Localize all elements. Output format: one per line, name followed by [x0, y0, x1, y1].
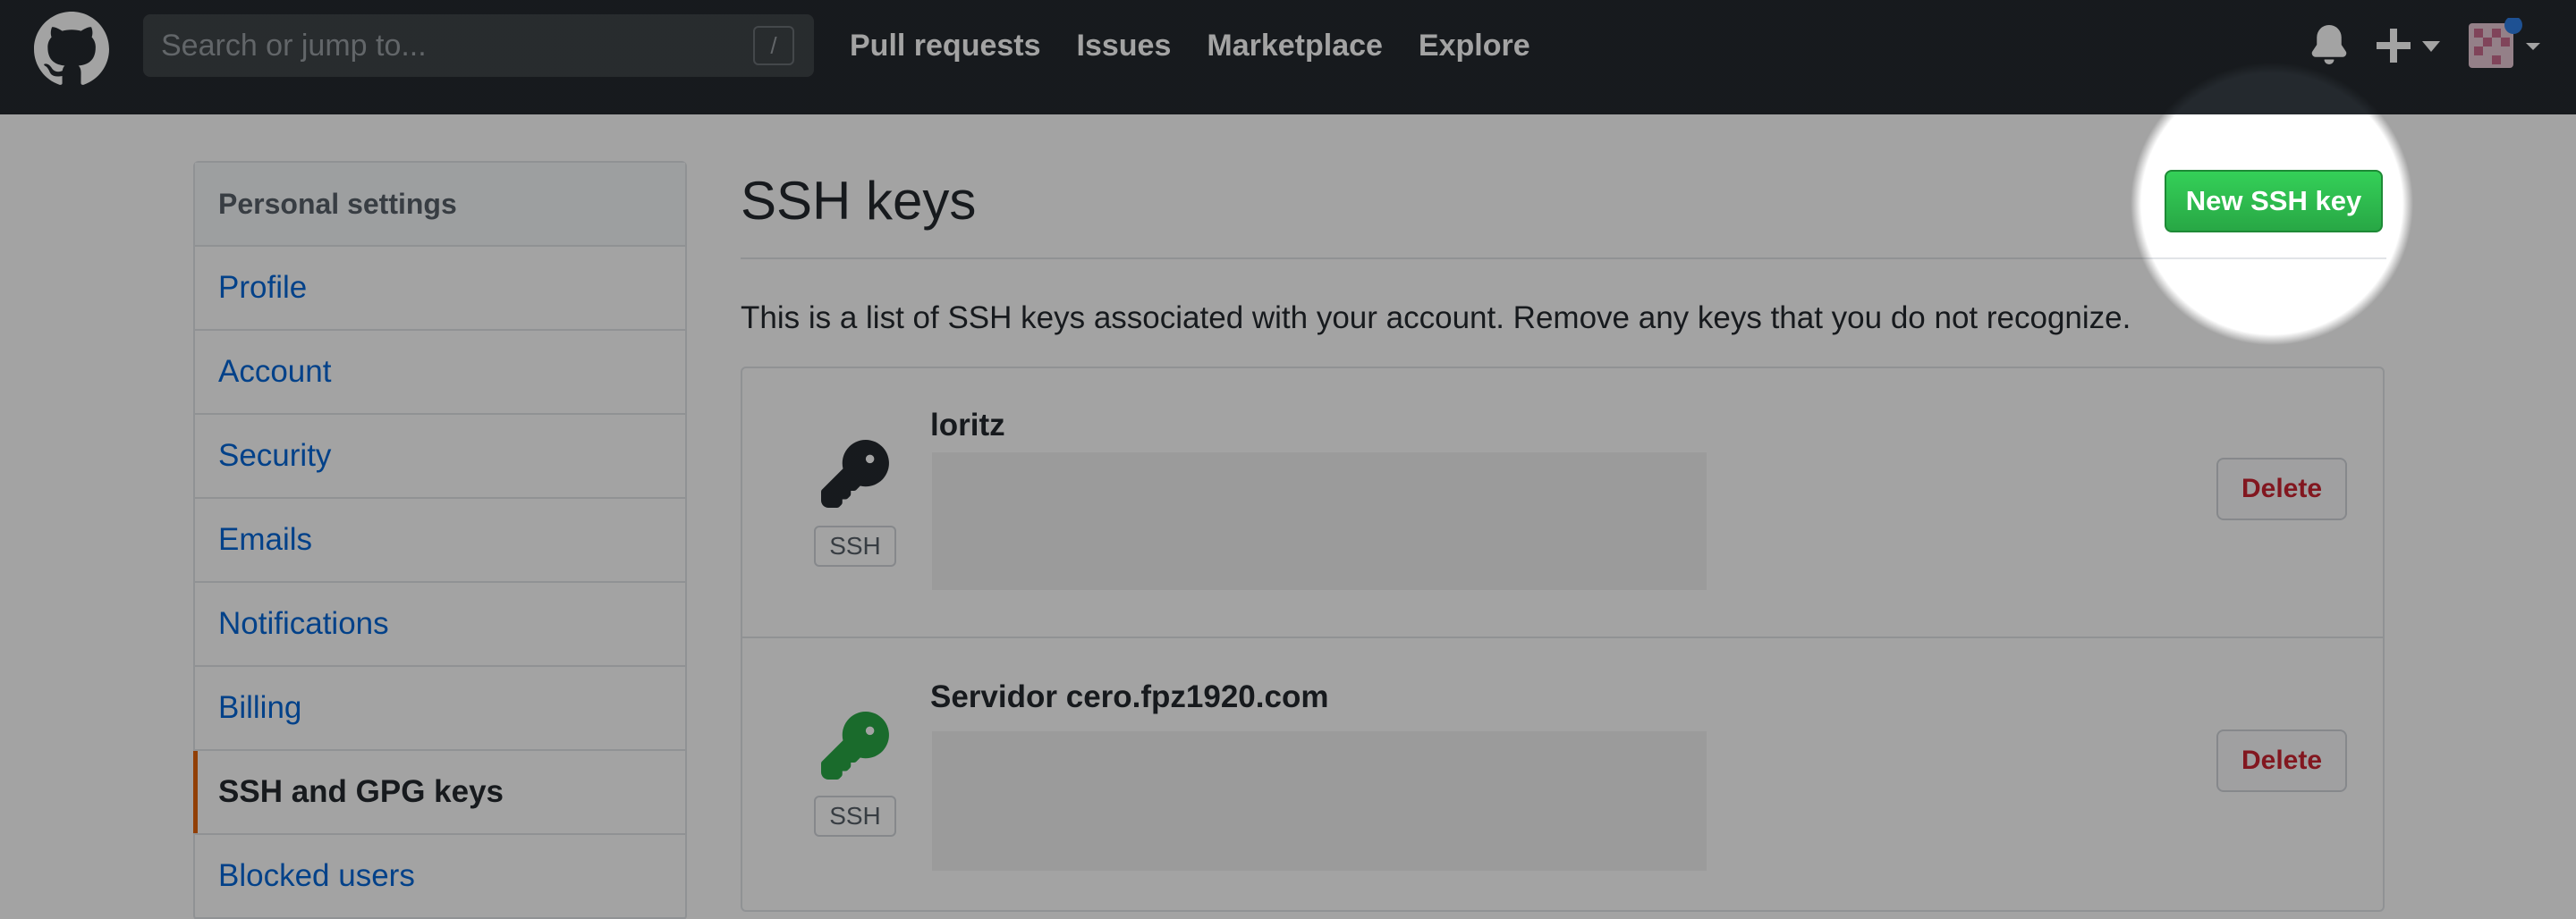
avatar [2469, 16, 2540, 68]
delete-key-button[interactable]: Delete [2216, 458, 2347, 520]
nav-issues[interactable]: Issues [1077, 23, 1172, 68]
delete-key-button[interactable]: Delete [2216, 729, 2347, 792]
github-logo-icon[interactable] [34, 12, 109, 87]
ssh-keys-list: SSH loritz Delete SSH Servidor cero.fpz1… [741, 367, 2385, 912]
page-description: This is a list of SSH keys associated wi… [741, 300, 2131, 335]
ssh-badge: SSH [814, 526, 896, 567]
create-new-dropdown-icon[interactable] [2376, 27, 2444, 64]
ssh-key-row: SSH loritz Delete [742, 368, 2383, 638]
nav-pull-requests[interactable]: Pull requests [850, 23, 1041, 68]
page-title: SSH keys [741, 171, 977, 231]
ssh-key-row: SSH Servidor cero.fpz1920.com Delete [742, 638, 2383, 912]
sidebar-item-notifications[interactable]: Notifications [195, 583, 685, 667]
key-title: loritz [930, 408, 1005, 443]
user-menu[interactable] [2469, 16, 2544, 72]
notifications-bell-icon[interactable] [2309, 25, 2349, 64]
ssh-badge: SSH [814, 796, 896, 837]
search-box[interactable]: / [143, 14, 814, 77]
sidebar-item-security[interactable]: Security [195, 415, 685, 499]
nav-explore[interactable]: Explore [1419, 23, 1530, 68]
key-icon [821, 440, 889, 508]
sidebar-item-emails[interactable]: Emails [195, 499, 685, 583]
redacted-key-details [932, 452, 1707, 590]
sidebar-item-account[interactable]: Account [195, 331, 685, 415]
sidebar-item-ssh-gpg-keys[interactable]: SSH and GPG keys [193, 751, 685, 835]
redacted-key-details [932, 731, 1707, 871]
search-input[interactable] [143, 28, 716, 63]
top-nav: Pull requests Issues Marketplace Explore [850, 23, 1566, 68]
search-shortcut-hint: / [753, 26, 794, 65]
sidebar-title: Personal settings [195, 163, 685, 247]
sidebar-item-billing[interactable]: Billing [195, 667, 685, 751]
nav-marketplace[interactable]: Marketplace [1207, 23, 1383, 68]
new-ssh-key-button[interactable]: New SSH key [2165, 170, 2383, 232]
settings-sidebar: Personal settings Profile Account Securi… [193, 161, 687, 919]
global-header: / Pull requests Issues Marketplace Explo… [0, 0, 2576, 114]
title-divider [741, 257, 2386, 259]
key-title: Servidor cero.fpz1920.com [930, 679, 1329, 714]
sidebar-item-blocked-users[interactable]: Blocked users [195, 835, 685, 919]
sidebar-item-profile[interactable]: Profile [195, 247, 685, 331]
key-icon [821, 712, 889, 780]
